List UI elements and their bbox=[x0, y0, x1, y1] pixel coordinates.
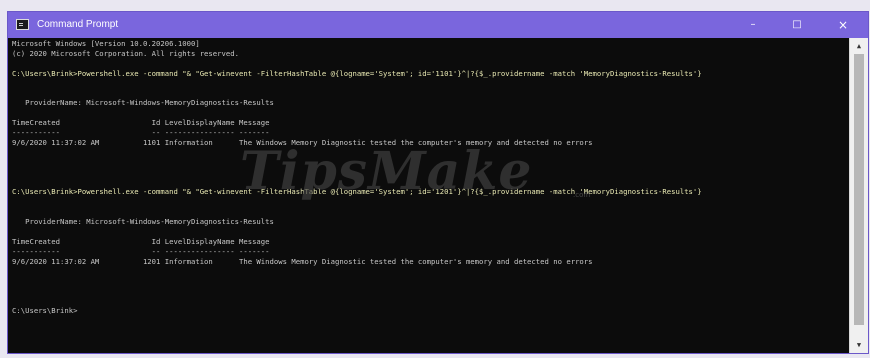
scrollbar-thumb[interactable] bbox=[854, 54, 864, 325]
watermark-subtext: .com bbox=[573, 191, 591, 199]
console-line: TimeCreated Id LevelDisplayName Message bbox=[12, 236, 270, 246]
console-line: TimeCreated Id LevelDisplayName Message bbox=[12, 118, 270, 128]
console-line: ProviderName: Microsoft-Windows-MemoryDi… bbox=[12, 98, 274, 108]
console-line: Microsoft Windows [Version 10.0.20206.10… bbox=[12, 39, 200, 48]
command-prompt-icon bbox=[16, 19, 29, 30]
scroll-up-icon[interactable]: ▲ bbox=[850, 40, 868, 52]
minimize-button[interactable]: – bbox=[732, 12, 774, 38]
console-command-line: C:\Users\Brink>Powershell.exe -command "… bbox=[12, 68, 702, 78]
vertical-scrollbar[interactable]: ▲ ▼ bbox=[849, 38, 868, 353]
close-button[interactable]: × bbox=[822, 12, 864, 38]
console-line: 9/6/2020 11:37:02 AM 1201 Information Th… bbox=[12, 256, 593, 266]
console-line: (c) 2020 Microsoft Corporation. All righ… bbox=[12, 48, 239, 58]
console-line: ----------- -- ---------------- ------- bbox=[12, 246, 270, 256]
maximize-button[interactable]: □ bbox=[776, 12, 818, 38]
command-prompt-window: Command Prompt – □ × Microsoft Windows [… bbox=[7, 11, 869, 354]
console-line: ProviderName: Microsoft-Windows-MemoryDi… bbox=[12, 217, 274, 227]
watermark-logo: TipsMake bbox=[240, 141, 533, 202]
console-prompt-line[interactable]: C:\Users\Brink> bbox=[12, 306, 849, 316]
scroll-down-icon[interactable]: ▼ bbox=[850, 339, 868, 351]
title-bar[interactable]: Command Prompt – □ × bbox=[8, 12, 868, 38]
console-line: ----------- -- ---------------- ------- bbox=[12, 128, 270, 138]
window-title: Command Prompt bbox=[37, 19, 119, 30]
